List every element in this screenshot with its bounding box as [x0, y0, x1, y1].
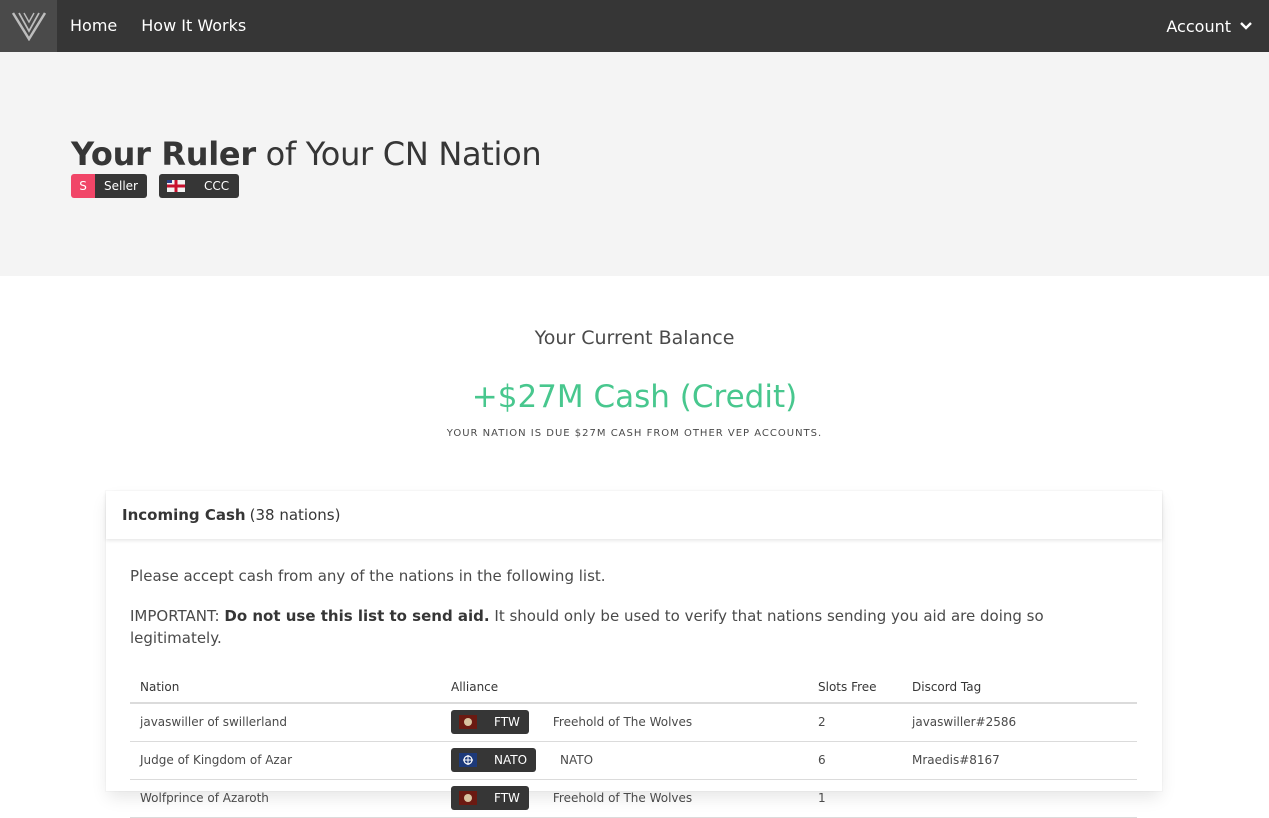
- brand-logo[interactable]: [0, 0, 57, 52]
- discord-cell: [902, 779, 1137, 818]
- alliance-abbr: FTW: [494, 791, 520, 805]
- ftw-flag-icon: [451, 710, 485, 734]
- nation-name: of Your CN Nation: [255, 135, 542, 173]
- discord-cell: Mraedis#8167: [902, 741, 1137, 780]
- incoming-cash-card: Incoming Cash (38 nations) Please accept…: [106, 491, 1162, 818]
- nation-cell[interactable]: Wolfprince of Azaroth: [130, 779, 441, 818]
- alliance-badge[interactable]: FTW: [451, 786, 529, 810]
- ftw-flag-icon: [451, 786, 485, 810]
- table-row: Judge of Kingdom of Azar NATO NATO 6 Mra…: [130, 741, 1137, 780]
- alliance-name: Freehold of The Wolves: [552, 715, 693, 730]
- nation-cell[interactable]: Judge of Kingdom of Azar: [130, 741, 441, 780]
- alliance-tag-label: CCC: [192, 174, 240, 198]
- alliance-cell: FTW Freehold of The Wolves: [441, 779, 808, 818]
- tag-list: S Seller CCC: [71, 174, 1269, 198]
- account-label: Account: [1166, 16, 1231, 36]
- slots-cell: 2: [808, 703, 902, 742]
- balance-label: Your Current Balance: [534, 327, 735, 349]
- balance-value: +$27M Cash (Credit): [471, 379, 798, 415]
- table-header-row: Nation Alliance Slots Free Discord Tag: [130, 672, 1137, 704]
- discord-cell: javaswiller#2586: [902, 703, 1137, 742]
- page-title: Your Ruler of Your CN Nation: [71, 134, 1269, 174]
- card-header: Incoming Cash (38 nations): [106, 491, 1162, 539]
- alliance-cell: NATO NATO: [441, 741, 808, 780]
- nav-how-it-works-link[interactable]: How It Works: [129, 0, 258, 52]
- alliance-name: NATO: [560, 753, 594, 767]
- balance-note: Your nation is due $27M cash from other …: [446, 428, 823, 439]
- nation-count: (38 nations): [249, 506, 341, 524]
- ccc-flag-icon: [158, 174, 193, 198]
- col-slots-free[interactable]: Slots Free: [808, 672, 902, 704]
- role-tag-label: Seller: [95, 174, 147, 198]
- intro-text: Please accept cash from any of the natio…: [130, 567, 606, 585]
- role-tag: S Seller: [71, 174, 147, 198]
- alliance-name: Freehold of The Wolves: [552, 791, 693, 805]
- important-bold: Do not use this list to send aid.: [224, 607, 490, 625]
- important-prefix: IMPORTANT:: [130, 607, 225, 625]
- table-row: Wolfprince of Azaroth FTW Freehold of Th…: [130, 779, 1137, 818]
- nation-cell[interactable]: javaswiller of swillerland: [130, 703, 441, 742]
- col-discord-tag[interactable]: Discord Tag: [902, 672, 1137, 704]
- top-navbar: Home How It Works Account: [0, 0, 1269, 52]
- alliance-cell: FTW Freehold of The Wolves: [441, 703, 808, 742]
- role-tag-prefix: S: [71, 174, 95, 198]
- incoming-nations-table: Nation Alliance Slots Free Discord Tag j…: [130, 672, 1137, 818]
- card-title: Incoming Cash: [122, 506, 246, 524]
- card-body: Please accept cash from any of the natio…: [106, 539, 1162, 818]
- slots-cell: 6: [808, 741, 902, 780]
- hero-section: Your Ruler of Your CN Nation S Seller CC…: [0, 52, 1269, 276]
- alliance-tag: CCC: [158, 174, 240, 198]
- alliance-badge[interactable]: NATO: [451, 748, 537, 772]
- alliance-abbr: FTW: [494, 715, 520, 730]
- vep-logo-icon: [11, 12, 46, 41]
- col-nation[interactable]: Nation: [130, 672, 441, 704]
- nato-flag-icon: [451, 748, 485, 772]
- nav-home-link[interactable]: Home: [58, 0, 129, 52]
- col-alliance[interactable]: Alliance: [441, 672, 808, 704]
- slots-cell: 1: [808, 779, 902, 818]
- alliance-abbr: NATO: [494, 753, 528, 767]
- table-row: javaswiller of swillerland FTW Freehold …: [130, 703, 1137, 742]
- balance-section: Your Current Balance +$27M Cash (Credit)…: [0, 276, 1269, 439]
- alliance-badge[interactable]: FTW: [451, 710, 529, 735]
- account-dropdown[interactable]: Account: [1166, 17, 1269, 36]
- chevron-down-icon: [1240, 22, 1252, 30]
- ruler-name: Your Ruler: [71, 135, 256, 173]
- important-notice: IMPORTANT: Do not use this list to send …: [130, 605, 1138, 649]
